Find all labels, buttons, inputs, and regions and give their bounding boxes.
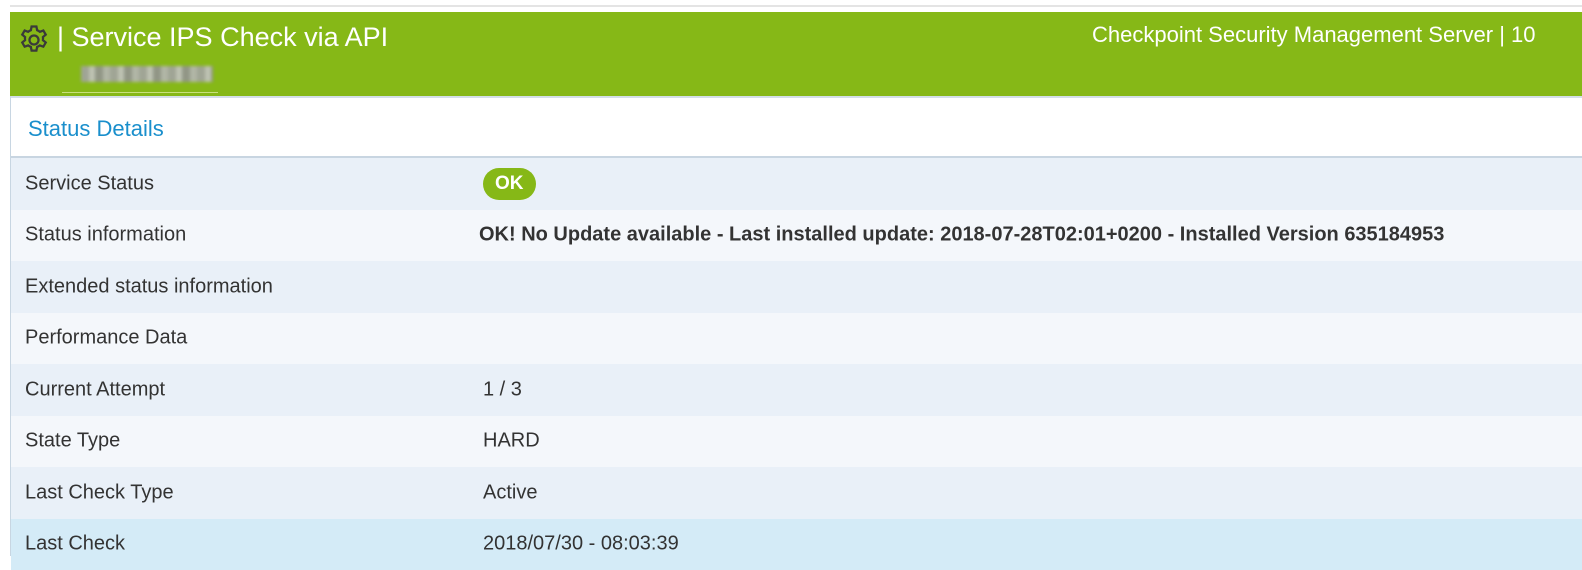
table-row: Performance Data	[11, 313, 1582, 365]
row-label: Last Check Type	[25, 481, 174, 504]
gear-icon[interactable]	[17, 23, 51, 57]
row-label: Current Attempt	[25, 378, 165, 401]
panel-title: Status Details	[28, 116, 164, 142]
redacted-hostname	[81, 66, 213, 82]
table-row: Status information OK! No Update availab…	[11, 210, 1582, 262]
top-divider	[10, 5, 1582, 7]
status-details-panel: Status Details Service Status OK Status …	[10, 96, 1582, 556]
row-value: 1 / 3	[483, 378, 522, 401]
row-value: HARD	[483, 430, 540, 453]
table-row: Last Check 2018/07/30 - 08:03:39	[11, 519, 1582, 570]
table-row: Extended status information	[11, 261, 1582, 313]
row-label: Status information	[25, 224, 186, 247]
panel-heading: Status Details	[11, 96, 1582, 158]
host-link[interactable]	[62, 62, 218, 93]
row-label: Service Status	[25, 172, 154, 195]
row-label: Performance Data	[25, 327, 187, 350]
row-label: Extended status information	[25, 275, 273, 298]
host-name: Checkpoint Security Management Server | …	[1092, 21, 1582, 49]
row-value: 2018/07/30 - 08:03:39	[483, 533, 679, 556]
status-table: Service Status OK Status information OK!…	[11, 158, 1582, 570]
row-label: State Type	[25, 430, 120, 453]
row-value: Active	[483, 481, 537, 504]
table-row: Current Attempt 1 / 3	[11, 364, 1582, 416]
page-header: | Service IPS Check via API Checkpoint S…	[10, 12, 1582, 96]
status-badge: OK	[483, 168, 536, 200]
row-value: OK! No Update available - Last installed…	[479, 224, 1444, 247]
table-row: Last Check Type Active	[11, 467, 1582, 519]
table-row: Service Status OK	[11, 158, 1582, 210]
table-row: State Type HARD	[11, 416, 1582, 468]
row-label: Last Check	[25, 533, 125, 556]
page-title: | Service IPS Check via API	[57, 21, 388, 53]
